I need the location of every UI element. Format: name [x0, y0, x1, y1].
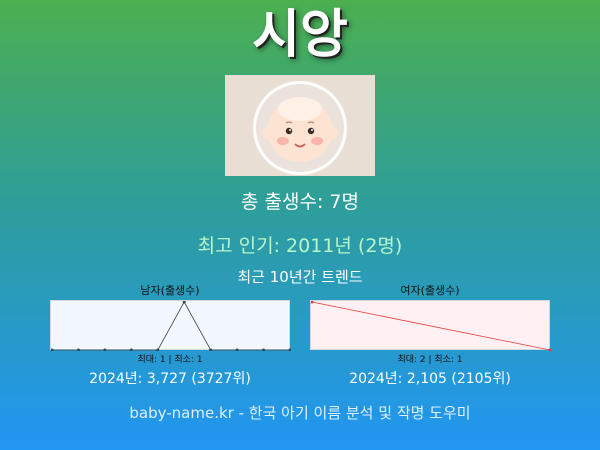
male-chart-label: 남자(출생수) [140, 284, 200, 297]
male-data-point [76, 348, 80, 352]
male-minmax-text: 최대: 1 | 최소: 1 [137, 355, 203, 365]
male-trend-svg [50, 300, 292, 352]
female-chart-label: 여자(출생수) [400, 284, 460, 297]
male-trend-chart [50, 300, 292, 352]
female-trend-chart [310, 300, 552, 352]
male-data-point [209, 348, 213, 352]
female-2024-stat: 2024년: 2,105 (2105위) [349, 371, 511, 387]
female-minmax-text: 최대: 2 | 최소: 1 [397, 355, 463, 365]
male-data-point [235, 348, 239, 352]
female-trend-svg [310, 300, 552, 352]
male-series-line [52, 301, 290, 351]
male-data-point [50, 348, 54, 352]
baby-name-title: 시앙 [252, 5, 348, 65]
male-2024-stat: 2024년: 3,727 (3727위) [89, 371, 251, 387]
most-popular-year-text: 최고 인기: 2011년 (2명) [197, 235, 403, 257]
male-data-point [262, 348, 266, 352]
female-data-point [548, 348, 552, 352]
female-data-point [310, 300, 314, 304]
total-births-text: 총 출생수: 7명 [241, 191, 359, 213]
male-data-point [129, 348, 133, 352]
female-series-line [311, 301, 551, 351]
baby-avatar-image [225, 75, 375, 176]
site-footer: baby-name.kr - 한국 아기 이름 분석 및 작명 도우미 [129, 404, 471, 422]
male-data-point [288, 348, 292, 352]
baby-face-icon [225, 75, 375, 176]
male-data-point [103, 348, 107, 352]
